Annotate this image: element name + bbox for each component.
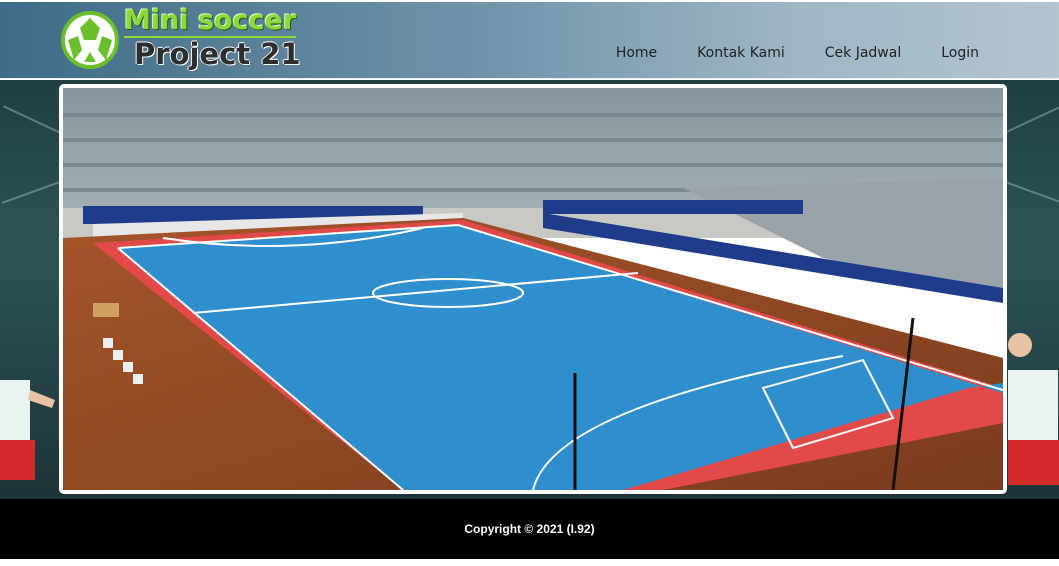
site-header: Mini soccer Project 21 Home Kontak Kami …	[0, 2, 1059, 79]
player-left-image	[0, 380, 55, 480]
nav-home[interactable]: Home	[616, 45, 657, 61]
player-right-image	[1008, 333, 1059, 485]
nav-login[interactable]: Login	[941, 45, 979, 61]
brand-title: Mini soccer	[124, 5, 297, 38]
nav-schedule[interactable]: Cek Jadwal	[825, 45, 901, 61]
soccer-ball-icon	[61, 11, 119, 69]
copyright-text: Copyright © 2021 (I.92)	[464, 522, 595, 536]
main-nav: Home Kontak Kami Cek Jadwal Login	[576, 45, 979, 61]
nav-contact[interactable]: Kontak Kami	[697, 45, 785, 61]
brand-subtitle: Project 21	[134, 37, 301, 71]
site-footer: Copyright © 2021 (I.92)	[0, 499, 1059, 559]
hero-image-frame	[59, 84, 1007, 494]
site-logo[interactable]: Mini soccer Project 21	[60, 5, 305, 74]
futsal-court-image	[63, 88, 1003, 490]
